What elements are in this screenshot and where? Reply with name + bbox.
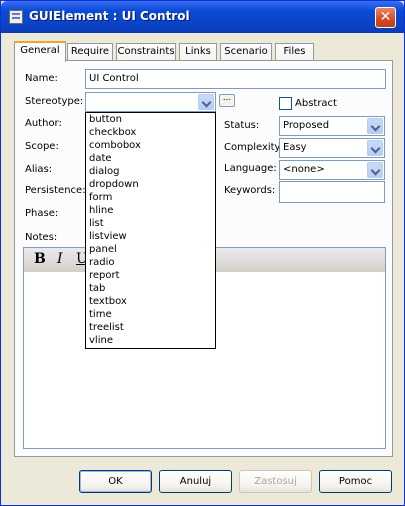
- list-item[interactable]: list: [86, 217, 215, 230]
- name-field[interactable]: UI Control: [85, 69, 386, 89]
- scope-label: Scope:: [25, 141, 59, 152]
- list-item[interactable]: dropdown: [86, 178, 215, 191]
- alias-label: Alias:: [25, 164, 53, 175]
- close-button[interactable]: ✕: [375, 7, 396, 28]
- apply-button[interactable]: Zastosuj: [239, 470, 312, 493]
- list-item[interactable]: panel: [86, 243, 215, 256]
- phase-label: Phase:: [25, 208, 59, 219]
- tab-require[interactable]: Require: [67, 43, 113, 61]
- list-item[interactable]: date: [86, 152, 215, 165]
- tab-scenario[interactable]: Scenario: [220, 43, 272, 61]
- list-item[interactable]: report: [86, 269, 215, 282]
- abstract-checkbox[interactable]: [279, 97, 292, 110]
- tab-files[interactable]: Files: [275, 43, 314, 61]
- complexity-label: Complexity:: [224, 142, 284, 153]
- list-item[interactable]: button: [86, 113, 215, 126]
- list-item[interactable]: treelist: [86, 321, 215, 334]
- complexity-value: Easy: [283, 142, 307, 153]
- list-item[interactable]: checkbox: [86, 126, 215, 139]
- help-button[interactable]: Pomoc: [319, 470, 392, 493]
- list-item[interactable]: dialog: [86, 165, 215, 178]
- italic-button[interactable]: I: [57, 251, 63, 267]
- close-icon: ✕: [379, 9, 392, 25]
- keywords-label: Keywords:: [224, 185, 276, 196]
- list-item[interactable]: form: [86, 191, 215, 204]
- tab-constraints[interactable]: Constraints: [116, 43, 176, 61]
- tab-links[interactable]: Links: [179, 43, 217, 61]
- language-label: Language:: [224, 163, 277, 174]
- dialog-window: GUIElement : UI Control ✕ General Requir…: [0, 0, 405, 506]
- notes-label: Notes:: [25, 232, 58, 243]
- chevron-down-icon[interactable]: [367, 162, 383, 178]
- keywords-field[interactable]: [279, 181, 385, 203]
- list-item[interactable]: tab: [86, 282, 215, 295]
- persistence-label: Persistence:: [25, 185, 86, 196]
- window-icon: [9, 10, 23, 24]
- cancel-button[interactable]: Anuluj: [159, 470, 232, 493]
- language-combo[interactable]: <none>: [279, 160, 385, 180]
- list-item[interactable]: time: [86, 308, 215, 321]
- chevron-down-icon[interactable]: [367, 140, 383, 156]
- ok-button[interactable]: OK: [79, 470, 152, 493]
- bold-button[interactable]: B: [34, 251, 46, 267]
- stereotype-combo[interactable]: [85, 92, 216, 112]
- status-combo[interactable]: Proposed: [279, 116, 385, 136]
- stereotype-browse-button[interactable]: ...: [219, 94, 235, 107]
- name-label: Name:: [25, 73, 58, 84]
- list-item[interactable]: vline: [86, 334, 215, 347]
- window-title: GUIElement : UI Control: [29, 9, 190, 23]
- chevron-down-icon[interactable]: [198, 94, 214, 110]
- author-label: Author:: [25, 118, 62, 129]
- abstract-label: Abstract: [295, 98, 337, 109]
- list-item[interactable]: listview: [86, 230, 215, 243]
- complexity-combo[interactable]: Easy: [279, 138, 385, 158]
- stereotype-dropdown-list[interactable]: button checkbox combobox date dialog dro…: [85, 112, 216, 349]
- list-item[interactable]: hline: [86, 204, 215, 217]
- list-item[interactable]: textbox: [86, 295, 215, 308]
- chevron-down-icon[interactable]: [367, 118, 383, 134]
- stereotype-label: Stereotype:: [25, 96, 84, 107]
- list-item[interactable]: radio: [86, 256, 215, 269]
- status-value: Proposed: [283, 120, 330, 131]
- language-value: <none>: [283, 164, 325, 175]
- status-label: Status:: [224, 120, 260, 131]
- list-item[interactable]: combobox: [86, 139, 215, 152]
- tab-general[interactable]: General: [14, 41, 66, 62]
- title-bar[interactable]: GUIElement : UI Control ✕: [1, 1, 404, 33]
